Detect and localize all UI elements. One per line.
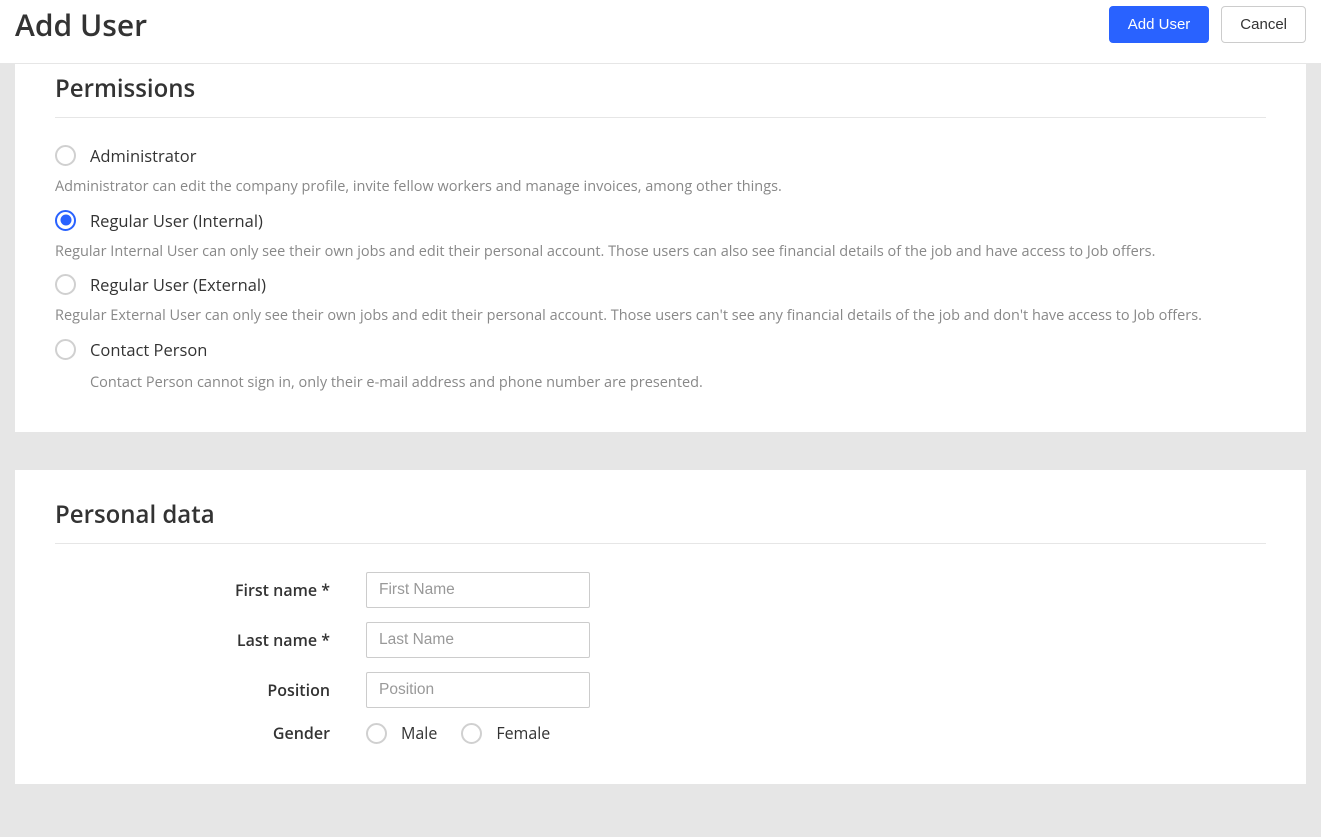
- permissions-panel: Permissions Administrator Administrator …: [15, 64, 1306, 432]
- permissions-title: Permissions: [55, 72, 1266, 105]
- divider: [55, 543, 1266, 544]
- gender-option-male-radio[interactable]: [366, 723, 387, 744]
- radio-icon[interactable]: [55, 274, 76, 295]
- personal-data-panel: Personal data First name * Last name * P…: [15, 470, 1306, 784]
- permission-option-regular-external[interactable]: Regular User (External): [55, 273, 1266, 296]
- radio-icon[interactable]: [55, 210, 76, 231]
- permission-option-contact-person[interactable]: Contact Person: [55, 338, 1266, 361]
- permission-description: Regular Internal User can only see their…: [55, 242, 1266, 262]
- permission-description: Administrator can edit the company profi…: [55, 177, 1266, 197]
- page-title: Add User: [15, 4, 147, 45]
- personal-data-form: First name * Last name * Position Gender…: [55, 572, 1266, 744]
- position-label: Position: [55, 679, 330, 701]
- first-name-input[interactable]: [366, 572, 590, 608]
- divider: [55, 117, 1266, 118]
- radio-label: Regular User (External): [90, 273, 266, 296]
- permission-description: Contact Person cannot sign in, only thei…: [90, 373, 1266, 393]
- gender-option-male-label: Male: [401, 722, 437, 744]
- last-name-input[interactable]: [366, 622, 590, 658]
- permission-option-regular-internal[interactable]: Regular User (Internal): [55, 209, 1266, 232]
- gender-option-female-label: Female: [496, 722, 550, 744]
- radio-icon[interactable]: [55, 145, 76, 166]
- radio-label: Administrator: [90, 144, 196, 167]
- permission-option-administrator[interactable]: Administrator: [55, 144, 1266, 167]
- page-header: Add User Add User Cancel: [0, 0, 1321, 64]
- permission-description: Regular External User can only see their…: [55, 306, 1266, 326]
- personal-data-title: Personal data: [55, 498, 1266, 531]
- gender-label: Gender: [55, 722, 330, 744]
- position-input[interactable]: [366, 672, 590, 708]
- header-actions: Add User Cancel: [1109, 6, 1306, 44]
- page-body: Permissions Administrator Administrator …: [0, 64, 1321, 837]
- first-name-label: First name *: [55, 579, 330, 601]
- radio-label: Regular User (Internal): [90, 209, 263, 232]
- cancel-button[interactable]: Cancel: [1221, 6, 1306, 44]
- last-name-label: Last name *: [55, 629, 330, 651]
- radio-icon[interactable]: [55, 339, 76, 360]
- radio-label: Contact Person: [90, 338, 207, 361]
- gender-options: Male Female: [366, 722, 590, 744]
- gender-option-female-radio[interactable]: [461, 723, 482, 744]
- add-user-button[interactable]: Add User: [1109, 6, 1210, 44]
